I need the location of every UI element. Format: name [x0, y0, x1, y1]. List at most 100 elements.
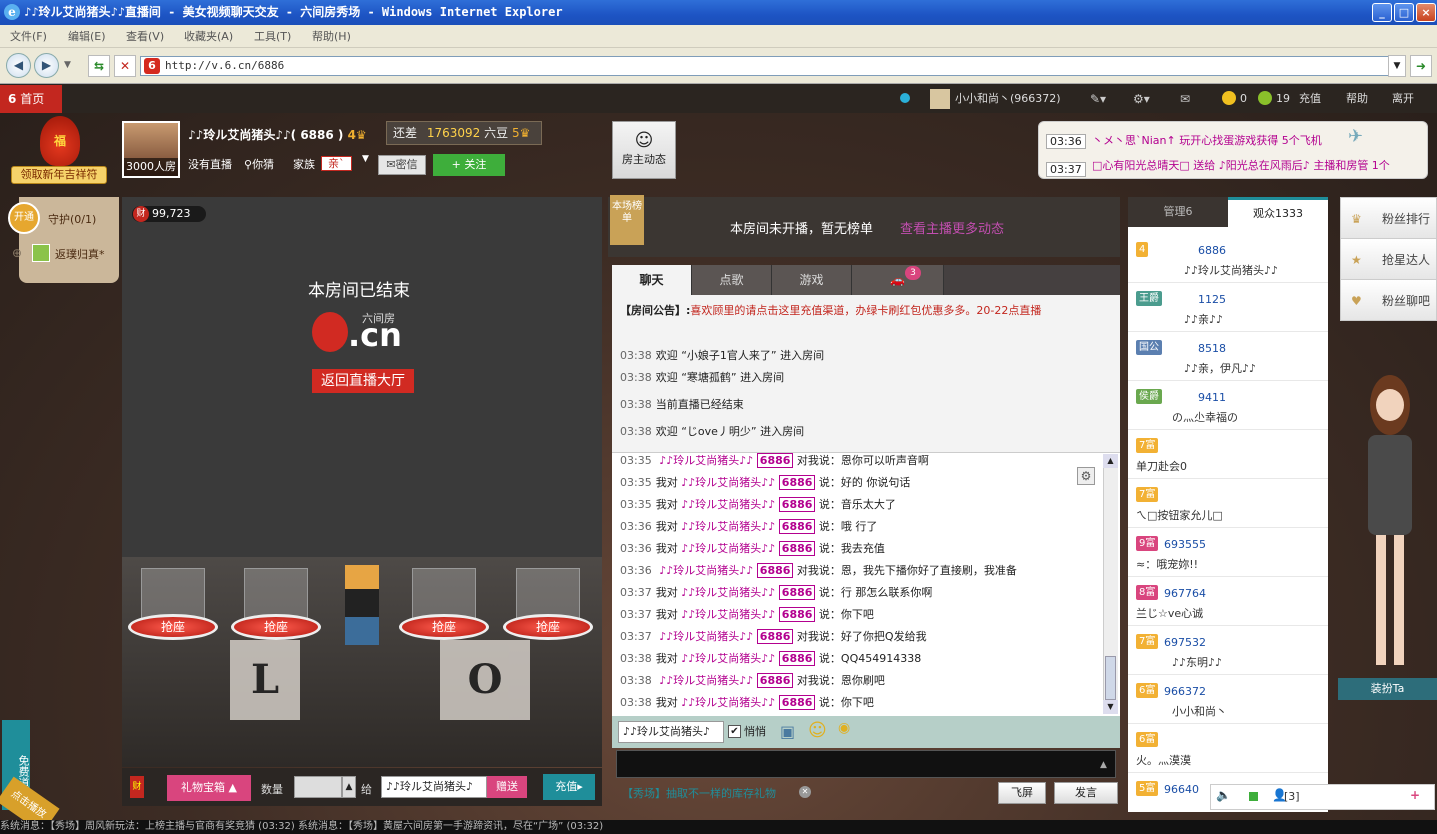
scroll-down-icon[interactable]: ▼ [1103, 700, 1118, 714]
forward-icon[interactable]: ▶ [34, 53, 59, 78]
recharge-button[interactable]: 充值▸ [543, 774, 595, 800]
dress-up-button[interactable]: 装扮Ta [1338, 678, 1437, 700]
chat-nick[interactable]: ♪♪玲ル艾尚猪头♪♪ [659, 454, 753, 467]
scroll-thumb[interactable] [1105, 656, 1116, 700]
family-dropdown-icon[interactable]: ▼ [362, 154, 369, 164]
chat-input[interactable] [616, 750, 1116, 778]
maximize-button[interactable]: □ [1394, 3, 1414, 22]
chat-nick[interactable]: ♪♪玲ル艾尚猪头♪♪ [681, 498, 775, 511]
input-expand-icon[interactable]: ▲ [1100, 760, 1107, 770]
refresh-icon[interactable]: ⇆ [88, 55, 110, 77]
chat-target-select[interactable]: ♪♪玲ル艾尚猪头♪ [618, 721, 724, 743]
tab-viewers[interactable]: 观众1333 [1228, 197, 1328, 227]
host-more-link[interactable]: 查看主播更多动态 [900, 218, 1004, 237]
list-item[interactable]: 6富 966372 小小和尚丶 [1128, 675, 1328, 724]
chat-nick[interactable]: ♪♪玲ル艾尚猪头♪♪ [659, 630, 753, 643]
menu-favorites[interactable]: 收藏夹(A) [184, 25, 233, 48]
whisper-checkbox[interactable]: ✔ [728, 725, 741, 738]
help-link[interactable]: 帮助 [1346, 85, 1368, 113]
tab-games[interactable]: 游戏 [772, 265, 852, 295]
fans-chat-button[interactable]: ♥ 粉丝聊吧 [1340, 279, 1437, 321]
list-item[interactable]: 6富 火。灬漠漠 [1128, 724, 1328, 773]
open-guard-button[interactable]: 开通 [8, 202, 40, 234]
chat-uid[interactable]: 6886 [756, 563, 794, 578]
show-tip-link[interactable]: 【秀场】抽取不一样的库存礼物 [622, 785, 776, 801]
menu-edit[interactable]: 编辑(E) [68, 25, 106, 48]
menu-tools[interactable]: 工具(T) [254, 25, 291, 48]
plus-icon[interactable]: + [1410, 788, 1420, 802]
star-talent-button[interactable]: ★ 抢星达人 [1340, 238, 1437, 280]
chat-nick[interactable]: ♪♪玲ル艾尚猪头♪♪ [681, 586, 775, 599]
list-item[interactable]: 国公 8518 ♪♪亲，伊凡♪♪ [1128, 332, 1328, 381]
menu-view[interactable]: 查看(V) [126, 25, 164, 48]
recharge-link[interactable]: 充值 [1299, 85, 1321, 113]
address-dropdown-icon[interactable]: ▼ [1388, 55, 1406, 77]
chat-nick[interactable]: ♪♪玲ル艾尚猪头♪♪ [681, 652, 775, 665]
close-tip-icon[interactable]: ✕ [799, 786, 811, 798]
list-item[interactable]: 侯爵 9411 の灬尐幸福の [1128, 381, 1328, 430]
chat-uid[interactable]: 6886 [778, 519, 816, 534]
send-button[interactable]: 发言 [1054, 782, 1118, 804]
avatar[interactable] [930, 89, 950, 109]
menu-help[interactable]: 帮助(H) [312, 25, 351, 48]
chat-uid[interactable]: 6886 [756, 629, 794, 644]
grab-seat-button[interactable]: 抢座 [128, 614, 218, 640]
emoji-icon[interactable]: ☺ [808, 720, 827, 741]
chat-uid[interactable]: 6886 [756, 673, 794, 688]
chat-nick[interactable]: ♪♪玲ル艾尚猪头♪♪ [681, 608, 775, 621]
list-item[interactable]: 8富 967764 兰じ☆ve心诚 [1128, 577, 1328, 626]
chat-uid[interactable]: 6886 [778, 497, 816, 512]
status-icon[interactable] [900, 93, 910, 103]
lucky-charm-button[interactable]: 领取新年吉祥符 [11, 166, 107, 184]
scroll-up-icon[interactable]: ▲ [1103, 454, 1118, 468]
chat-uid[interactable]: 6886 [778, 651, 816, 666]
close-button[interactable]: × [1416, 3, 1436, 22]
gear-icon[interactable]: ⚙▾ [1133, 85, 1150, 113]
list-item[interactable]: 7富 单刀赴会0 [1128, 430, 1328, 479]
volume-icon[interactable]: 🔈 [1216, 788, 1231, 802]
minimize-button[interactable]: _ [1372, 3, 1392, 22]
grab-seat-button[interactable]: 抢座 [231, 614, 321, 640]
chat-nick[interactable]: ♪♪玲ル艾尚猪头♪♪ [681, 520, 775, 533]
fly-screen-button[interactable]: 飞屏 [998, 782, 1046, 804]
list-item[interactable]: 4 6886 ♪♪玲ル艾尚猪头♪♪ [1128, 234, 1328, 283]
mail-icon[interactable]: ✉ [1180, 85, 1190, 113]
user-name[interactable]: 小小和尚丶(966372) [955, 85, 1061, 113]
fans-rank-button[interactable]: ♛ 粉丝排行 [1340, 197, 1437, 239]
back-icon[interactable]: ◀ [6, 53, 31, 78]
chat-uid[interactable]: 6886 [778, 475, 816, 490]
give-button[interactable]: 赠送 [487, 776, 527, 798]
chat-uid[interactable]: 6886 [778, 695, 816, 710]
history-dropdown-icon[interactable]: ▼ [64, 60, 71, 70]
grab-seat-button[interactable]: 抢座 [399, 614, 489, 640]
gift-recipient-input[interactable]: ♪♪玲ル艾尚猪头♪ [381, 776, 487, 798]
grab-seat-button[interactable]: 抢座 [503, 614, 593, 640]
back-to-hall-button[interactable]: 返回直播大厅 [312, 369, 414, 393]
chat-nick[interactable]: ♪♪玲ル艾尚猪头♪♪ [659, 564, 753, 577]
lucky-bag-icon[interactable]: 福 [40, 116, 80, 166]
tab-chat[interactable]: 聊天 [612, 265, 692, 295]
follow-button[interactable]: + 关注 [433, 154, 505, 176]
tab-admins[interactable]: 管理6 [1128, 197, 1228, 227]
chat-nick[interactable]: ♪♪玲ル艾尚猪头♪♪ [659, 674, 753, 687]
stop-icon[interactable]: ✕ [114, 55, 136, 77]
host-dynamic-button[interactable]: ☺ 房主动态 [612, 121, 676, 179]
quantity-input[interactable] [294, 776, 342, 798]
chat-uid[interactable]: 6886 [778, 607, 816, 622]
edit-icon[interactable]: ✎▾ [1090, 85, 1106, 113]
chat-uid[interactable]: 6886 [778, 585, 816, 600]
color-text-icon[interactable]: ◉ [838, 720, 850, 736]
family-badge[interactable]: 亲` [321, 156, 352, 171]
list-item[interactable]: 9富 693555 ≈：哦宠妳!! [1128, 528, 1328, 577]
chat-uid[interactable]: 6886 [778, 541, 816, 556]
leave-link[interactable]: 离开 [1392, 85, 1414, 113]
announcement-text[interactable]: 喜欢顾里的请点击这里充值渠道，办绿卡刷红包优惠多多。20-22点直播 [690, 304, 1041, 317]
guard-member[interactable]: 返璞归真* [55, 246, 105, 262]
avatar[interactable] [32, 244, 50, 262]
list-item[interactable]: 7富 ㄟ□按钮家允儿□ [1128, 479, 1328, 528]
go-icon[interactable]: ➜ [1410, 55, 1432, 77]
chat-nick[interactable]: ♪♪玲ル艾尚猪头♪♪ [681, 542, 775, 555]
gift-box-button[interactable]: 礼物宝箱 ▲ [167, 775, 251, 801]
private-message-button[interactable]: ✉密信 [378, 155, 426, 175]
home-button[interactable]: 6 首页 [0, 85, 62, 113]
